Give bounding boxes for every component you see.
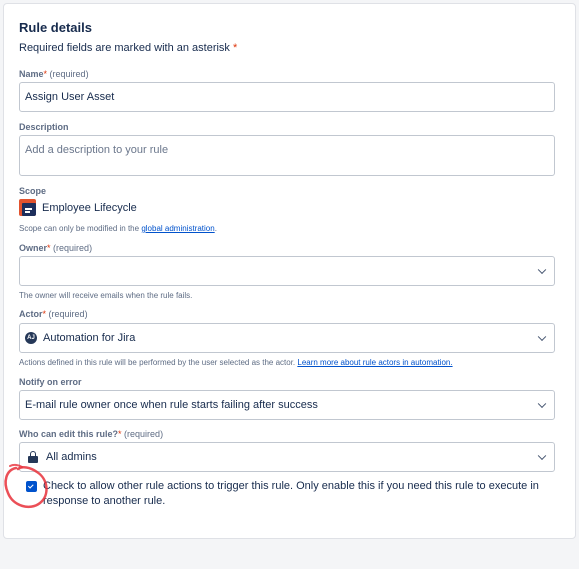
edit-permission-label-text: Who can edit this rule? — [19, 429, 119, 439]
chevron-down-icon — [537, 332, 547, 342]
notify-select[interactable]: E-mail rule owner once when rule starts … — [19, 390, 555, 420]
actor-helper: Actions defined in this rule will be per… — [19, 358, 453, 367]
lock-icon — [28, 451, 38, 463]
name-required-text: (required) — [49, 69, 89, 79]
edit-permission-select[interactable]: All admins — [19, 442, 555, 472]
employee-lifecycle-project-icon — [19, 199, 36, 216]
chevron-down-icon — [537, 399, 547, 409]
actor-label: Actor* (required) — [19, 309, 88, 319]
notify-label: Notify on error — [19, 377, 82, 387]
rule-actors-learn-more-link[interactable]: Learn more about rule actors in automati… — [297, 358, 452, 367]
scope-label: Scope — [19, 186, 47, 196]
description-placeholder: Add a description to your rule — [25, 144, 169, 156]
name-label-text: Name — [19, 69, 44, 79]
description-label: Description — [19, 122, 69, 132]
name-field-value: Assign User Asset — [25, 91, 115, 103]
required-star: * — [233, 42, 238, 54]
owner-required-star: * — [47, 243, 51, 253]
allow-rule-trigger-checkbox[interactable] — [26, 481, 37, 492]
notify-select-value: E-mail rule owner once when rule starts … — [25, 399, 318, 411]
edit-required-text: (required) — [124, 429, 164, 439]
actor-select-value: Automation for Jira — [43, 332, 136, 344]
allow-rule-trigger-label[interactable]: Check to allow other rule actions to tri… — [43, 479, 543, 509]
scope-helper: Scope can only be modified in the global… — [19, 224, 217, 233]
edit-required-star: * — [118, 429, 122, 439]
automation-avatar-icon: AJ — [25, 332, 37, 344]
scope-helper-suffix: . — [214, 224, 217, 233]
chevron-down-icon — [537, 265, 547, 275]
owner-select[interactable] — [19, 256, 555, 286]
required-note-text: Required fields are marked with an aster… — [19, 42, 230, 54]
required-note: Required fields are marked with an aster… — [19, 42, 237, 54]
name-required-star: * — [43, 69, 48, 79]
chevron-down-icon — [537, 451, 547, 461]
actor-helper-text: Actions defined in this rule will be per… — [19, 358, 298, 367]
owner-label-text: Owner — [19, 243, 48, 253]
actor-required-star: * — [42, 309, 47, 319]
edit-permission-label: Who can edit this rule?* (required) — [19, 429, 163, 439]
edit-permission-value: All admins — [46, 451, 97, 463]
name-label: Name* (required) — [19, 69, 89, 79]
global-administration-link[interactable]: global administration — [141, 224, 214, 233]
section-title: Rule details — [19, 20, 92, 35]
actor-required-text: (required) — [48, 309, 88, 319]
owner-required-text: (required) — [53, 243, 93, 253]
owner-helper: The owner will receive emails when the r… — [19, 291, 193, 300]
scope-name: Employee Lifecycle — [42, 202, 137, 214]
checkmark-icon — [27, 482, 34, 489]
name-field[interactable]: Assign User Asset — [19, 82, 555, 112]
owner-label: Owner* (required) — [19, 243, 92, 253]
actor-select[interactable]: AJ Automation for Jira — [19, 323, 555, 353]
actor-label-text: Actor — [19, 309, 43, 319]
description-field[interactable]: Add a description to your rule — [19, 135, 555, 176]
scope-helper-text: Scope can only be modified in the — [19, 224, 142, 233]
